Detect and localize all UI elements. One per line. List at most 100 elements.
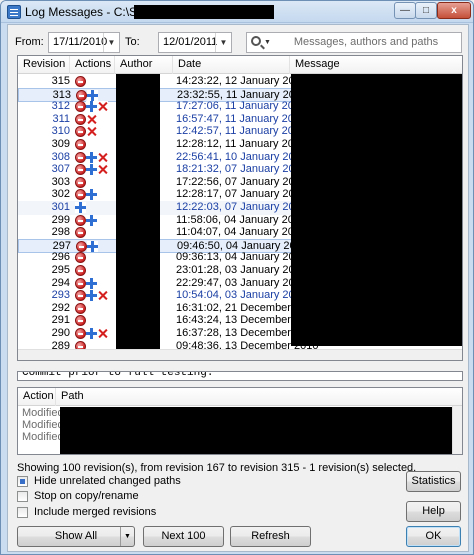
revision-date: 17:27:06, 11 January 2011 bbox=[176, 100, 306, 113]
redacted-path bbox=[134, 5, 274, 19]
added-icon bbox=[86, 277, 97, 289]
added-icon bbox=[87, 89, 98, 101]
revision-number: 294 bbox=[51, 276, 70, 289]
added-icon bbox=[86, 151, 97, 163]
stop-on-copy-checkbox[interactable]: Stop on copy/rename bbox=[17, 490, 217, 504]
revision-number: 311 bbox=[52, 112, 70, 125]
revision-number: 293 bbox=[51, 289, 70, 302]
next-100-button[interactable]: Next 100 bbox=[143, 526, 224, 547]
revision-number: 291 bbox=[51, 314, 70, 327]
help-button[interactable]: Help bbox=[406, 501, 461, 522]
modified-icon bbox=[75, 189, 86, 201]
modified-icon bbox=[75, 252, 86, 264]
modified-icon bbox=[75, 139, 86, 150]
added-icon bbox=[86, 214, 97, 226]
revision-date: 22:29:47, 03 January 2011 bbox=[176, 276, 307, 289]
revision-number: 299 bbox=[51, 213, 70, 226]
column-path[interactable]: Path bbox=[56, 388, 462, 406]
revision-number: 295 bbox=[51, 264, 70, 276]
deleted-icon bbox=[97, 164, 108, 176]
deleted-icon bbox=[97, 101, 108, 113]
checkbox-box[interactable] bbox=[17, 507, 28, 518]
status-text: Showing 100 revision(s), from revision 1… bbox=[17, 462, 417, 474]
log-table: Revision Actions Author Date Message 315… bbox=[17, 55, 463, 361]
horizontal-scrollbar[interactable] bbox=[18, 349, 462, 360]
added-icon bbox=[87, 240, 98, 252]
hide-unrelated-checkbox[interactable]: Hide unrelated changed paths bbox=[17, 475, 217, 489]
close-button[interactable]: x bbox=[437, 2, 471, 19]
checkbox-label: Include merged revisions bbox=[34, 506, 157, 518]
revision-date: 10:54:04, 03 January 2011 bbox=[176, 289, 307, 302]
revision-date: 12:42:57, 11 January 2011 bbox=[176, 125, 306, 138]
modified-icon bbox=[75, 76, 86, 87]
title-bar[interactable]: Log Messages - C:\SVN — □ x bbox=[1, 1, 473, 23]
revision-number: 312 bbox=[51, 100, 70, 113]
message-text: Commit prior to full testing. bbox=[22, 371, 214, 379]
column-date[interactable]: Date bbox=[173, 56, 290, 74]
refresh-button[interactable]: Refresh bbox=[230, 526, 311, 547]
revision-number: 290 bbox=[51, 327, 70, 339]
search-placeholder: Messages, authors and paths bbox=[293, 36, 439, 48]
path-action: Modified bbox=[22, 431, 64, 443]
changed-paths-table: Action Path Modified Modified Modified bbox=[17, 387, 463, 455]
maximize-button[interactable]: □ bbox=[415, 2, 437, 19]
added-icon bbox=[86, 290, 97, 302]
revision-date: 12:28:17, 07 January 2011 bbox=[176, 188, 307, 201]
paths-table-header: Action Path bbox=[18, 388, 462, 406]
checkbox-label: Hide unrelated changed paths bbox=[34, 475, 181, 487]
added-icon bbox=[75, 202, 86, 213]
revision-date: 18:21:32, 07 January 2011 bbox=[176, 163, 307, 176]
revision-number: 296 bbox=[51, 251, 70, 264]
minimize-button[interactable]: — bbox=[394, 2, 416, 19]
modified-icon bbox=[75, 164, 86, 176]
column-actions[interactable]: Actions bbox=[70, 56, 115, 74]
modified-icon bbox=[75, 265, 86, 276]
app-icon bbox=[7, 5, 21, 19]
revision-date: 12:28:12, 11 January 2011 bbox=[176, 138, 306, 150]
revision-number: 303 bbox=[51, 175, 70, 188]
column-revision[interactable]: Revision bbox=[18, 56, 70, 74]
dialog-body: From: 17/11/2010 ▼ To: 12/01/2011 ▼ ▼ Me… bbox=[7, 24, 469, 552]
revision-number: 309 bbox=[51, 138, 70, 150]
revision-date: 11:58:06, 04 January 2011 bbox=[176, 213, 306, 226]
checkbox-box[interactable] bbox=[17, 491, 28, 502]
chevron-down-icon[interactable]: ▼ bbox=[120, 527, 134, 546]
chevron-down-icon[interactable]: ▼ bbox=[215, 33, 231, 52]
show-all-label: Show All bbox=[54, 530, 98, 542]
statistics-button[interactable]: Statistics bbox=[406, 471, 461, 492]
to-date-picker[interactable]: 12/01/2011 ▼ bbox=[158, 32, 232, 53]
modified-icon bbox=[75, 328, 86, 339]
ok-button[interactable]: OK bbox=[406, 526, 461, 547]
revision-number: 307 bbox=[51, 163, 70, 176]
chevron-down-icon[interactable]: ▼ bbox=[103, 33, 119, 52]
modified-icon bbox=[75, 214, 86, 226]
checkbox-box[interactable] bbox=[17, 476, 28, 487]
show-all-button[interactable]: Show All ▼ bbox=[17, 526, 135, 547]
deleted-icon bbox=[97, 328, 108, 339]
from-date-picker[interactable]: 17/11/2010 ▼ bbox=[48, 32, 120, 53]
redacted-message-column bbox=[291, 74, 462, 346]
revision-date: 23:01:28, 03 January 2011 bbox=[176, 264, 307, 276]
added-icon bbox=[86, 101, 97, 113]
message-preview[interactable]: Commit prior to full testing. bbox=[17, 371, 463, 381]
vertical-scrollbar[interactable] bbox=[452, 406, 462, 454]
search-input[interactable]: ▼ Messages, authors and paths bbox=[246, 32, 462, 53]
checkbox-label: Stop on copy/rename bbox=[34, 490, 139, 502]
revision-date: 14:23:22, 12 January 2011 bbox=[176, 75, 307, 87]
column-action[interactable]: Action bbox=[18, 388, 56, 406]
redacted-author-column bbox=[116, 74, 160, 354]
revision-date: 16:57:47, 11 January 2011 bbox=[176, 112, 306, 125]
column-message[interactable]: Message bbox=[290, 56, 462, 74]
to-date-value: 12/01/2011 bbox=[163, 36, 218, 48]
column-author[interactable]: Author bbox=[115, 56, 173, 74]
revision-date: 12:22:03, 07 January 2011 bbox=[176, 201, 307, 213]
to-label: To: bbox=[125, 36, 140, 48]
include-merged-checkbox[interactable]: Include merged revisions bbox=[17, 506, 217, 520]
search-icon[interactable] bbox=[251, 36, 261, 46]
chevron-down-icon[interactable]: ▼ bbox=[264, 33, 271, 52]
modified-icon bbox=[75, 227, 86, 239]
revision-number: 301 bbox=[51, 201, 70, 213]
from-label: From: bbox=[15, 36, 44, 48]
revision-number: 292 bbox=[51, 301, 70, 314]
log-messages-window: Log Messages - C:\SVN — □ x From: 17/11/… bbox=[0, 0, 474, 555]
